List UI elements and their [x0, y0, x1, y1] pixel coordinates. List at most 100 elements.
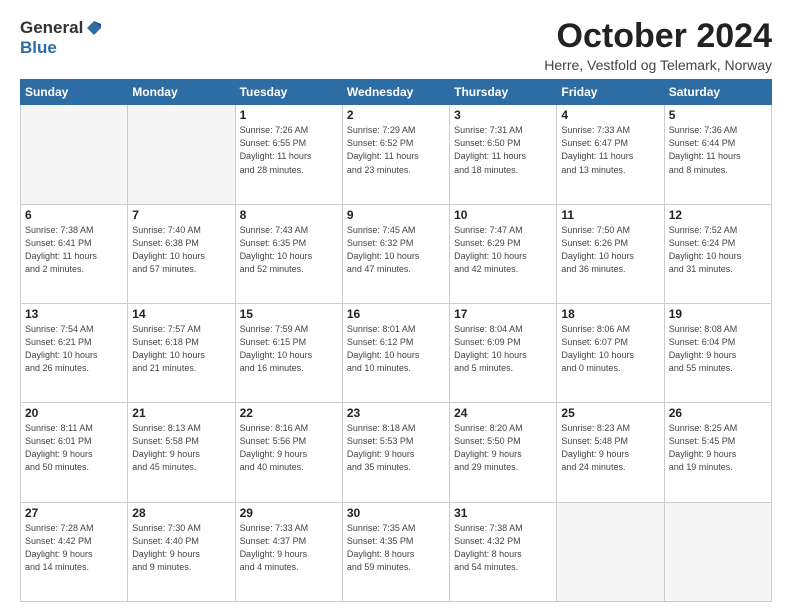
logo-blue-text: Blue	[20, 38, 57, 58]
day-info: Sunrise: 7:47 AM Sunset: 6:29 PM Dayligh…	[454, 224, 552, 276]
day-cell: 23 Sunrise: 8:18 AM Sunset: 5:53 PM Dayli…	[342, 403, 449, 502]
col-saturday: Saturday	[664, 80, 771, 105]
day-cell: 11Sunrise: 7:50 AM Sunset: 6:26 PM Dayli…	[557, 204, 664, 303]
day-number: 31	[454, 506, 552, 520]
day-number: 21	[132, 406, 230, 420]
day-cell: 24 Sunrise: 8:20 AM Sunset: 5:50 PM Dayli…	[450, 403, 557, 502]
col-tuesday: Tuesday	[235, 80, 342, 105]
day-cell: 1 Sunrise: 7:26 AM Sunset: 6:55 PM Daylig…	[235, 105, 342, 204]
day-info: Sunrise: 7:29 AM Sunset: 6:52 PM Dayligh…	[347, 124, 445, 176]
day-cell: 4Sunrise: 7:33 AM Sunset: 6:47 PM Daylig…	[557, 105, 664, 204]
day-number: 23	[347, 406, 445, 420]
col-sunday: Sunday	[21, 80, 128, 105]
logo-general-text: General	[20, 18, 83, 38]
day-cell: 19Sunrise: 8:08 AM Sunset: 6:04 PM Dayli…	[664, 304, 771, 403]
day-info: Sunrise: 8:11 AM Sunset: 6:01 PM Dayligh…	[25, 422, 123, 474]
day-cell: 29 Sunrise: 7:33 AM Sunset: 4:37 PM Dayli…	[235, 502, 342, 601]
day-number: 4	[561, 108, 659, 122]
day-number: 3	[454, 108, 552, 122]
day-info: Sunrise: 7:57 AM Sunset: 6:18 PM Dayligh…	[132, 323, 230, 375]
col-monday: Monday	[128, 80, 235, 105]
day-info: Sunrise: 7:33 AM Sunset: 4:37 PM Dayligh…	[240, 522, 338, 574]
col-thursday: Thursday	[450, 80, 557, 105]
day-cell: 14 Sunrise: 7:57 AM Sunset: 6:18 PM Dayli…	[128, 304, 235, 403]
day-info: Sunrise: 8:18 AM Sunset: 5:53 PM Dayligh…	[347, 422, 445, 474]
day-number: 1	[240, 108, 338, 122]
day-cell: 15Sunrise: 7:59 AM Sunset: 6:15 PM Dayli…	[235, 304, 342, 403]
header: General Blue October 2024 Herre, Vestfol…	[20, 18, 772, 73]
week-row-1: 1 Sunrise: 7:26 AM Sunset: 6:55 PM Daylig…	[21, 105, 772, 204]
day-cell: 9 Sunrise: 7:45 AM Sunset: 6:32 PM Daylig…	[342, 204, 449, 303]
day-cell	[557, 502, 664, 601]
day-number: 7	[132, 208, 230, 222]
day-info: Sunrise: 8:16 AM Sunset: 5:56 PM Dayligh…	[240, 422, 338, 474]
day-info: Sunrise: 8:06 AM Sunset: 6:07 PM Dayligh…	[561, 323, 659, 375]
day-cell: 18 Sunrise: 8:06 AM Sunset: 6:07 PM Dayli…	[557, 304, 664, 403]
day-info: Sunrise: 8:20 AM Sunset: 5:50 PM Dayligh…	[454, 422, 552, 474]
week-row-3: 13 Sunrise: 7:54 AM Sunset: 6:21 PM Dayli…	[21, 304, 772, 403]
day-number: 29	[240, 506, 338, 520]
day-cell: 20 Sunrise: 8:11 AM Sunset: 6:01 PM Dayli…	[21, 403, 128, 502]
day-cell: 28 Sunrise: 7:30 AM Sunset: 4:40 PM Dayli…	[128, 502, 235, 601]
day-number: 6	[25, 208, 123, 222]
day-cell: 17Sunrise: 8:04 AM Sunset: 6:09 PM Dayli…	[450, 304, 557, 403]
week-row-4: 20 Sunrise: 8:11 AM Sunset: 6:01 PM Dayli…	[21, 403, 772, 502]
day-info: Sunrise: 7:40 AM Sunset: 6:38 PM Dayligh…	[132, 224, 230, 276]
day-info: Sunrise: 7:36 AM Sunset: 6:44 PM Dayligh…	[669, 124, 767, 176]
day-number: 2	[347, 108, 445, 122]
day-number: 24	[454, 406, 552, 420]
day-info: Sunrise: 7:54 AM Sunset: 6:21 PM Dayligh…	[25, 323, 123, 375]
day-info: Sunrise: 8:25 AM Sunset: 5:45 PM Dayligh…	[669, 422, 767, 474]
day-number: 8	[240, 208, 338, 222]
day-number: 27	[25, 506, 123, 520]
day-cell: 22Sunrise: 8:16 AM Sunset: 5:56 PM Dayli…	[235, 403, 342, 502]
day-number: 12	[669, 208, 767, 222]
calendar-header-row: Sunday Monday Tuesday Wednesday Thursday…	[21, 80, 772, 105]
month-title: October 2024	[544, 18, 772, 55]
day-cell: 13 Sunrise: 7:54 AM Sunset: 6:21 PM Dayli…	[21, 304, 128, 403]
day-number: 30	[347, 506, 445, 520]
day-number: 16	[347, 307, 445, 321]
day-info: Sunrise: 8:04 AM Sunset: 6:09 PM Dayligh…	[454, 323, 552, 375]
day-info: Sunrise: 8:01 AM Sunset: 6:12 PM Dayligh…	[347, 323, 445, 375]
day-cell	[21, 105, 128, 204]
logo: General Blue	[20, 18, 103, 58]
day-info: Sunrise: 8:13 AM Sunset: 5:58 PM Dayligh…	[132, 422, 230, 474]
day-number: 9	[347, 208, 445, 222]
day-cell: 5 Sunrise: 7:36 AM Sunset: 6:44 PM Daylig…	[664, 105, 771, 204]
day-info: Sunrise: 8:08 AM Sunset: 6:04 PM Dayligh…	[669, 323, 767, 375]
day-number: 25	[561, 406, 659, 420]
day-cell	[128, 105, 235, 204]
day-number: 18	[561, 307, 659, 321]
day-info: Sunrise: 7:26 AM Sunset: 6:55 PM Dayligh…	[240, 124, 338, 176]
day-info: Sunrise: 7:31 AM Sunset: 6:50 PM Dayligh…	[454, 124, 552, 176]
day-cell: 10Sunrise: 7:47 AM Sunset: 6:29 PM Dayli…	[450, 204, 557, 303]
day-info: Sunrise: 7:38 AM Sunset: 4:32 PM Dayligh…	[454, 522, 552, 574]
day-cell: 26 Sunrise: 8:25 AM Sunset: 5:45 PM Dayli…	[664, 403, 771, 502]
day-info: Sunrise: 7:45 AM Sunset: 6:32 PM Dayligh…	[347, 224, 445, 276]
day-number: 20	[25, 406, 123, 420]
day-cell: 3 Sunrise: 7:31 AM Sunset: 6:50 PM Daylig…	[450, 105, 557, 204]
day-cell: 30 Sunrise: 7:35 AM Sunset: 4:35 PM Dayli…	[342, 502, 449, 601]
day-cell: 8Sunrise: 7:43 AM Sunset: 6:35 PM Daylig…	[235, 204, 342, 303]
week-row-5: 27 Sunrise: 7:28 AM Sunset: 4:42 PM Dayli…	[21, 502, 772, 601]
day-number: 26	[669, 406, 767, 420]
day-cell: 16 Sunrise: 8:01 AM Sunset: 6:12 PM Dayli…	[342, 304, 449, 403]
day-number: 11	[561, 208, 659, 222]
day-number: 5	[669, 108, 767, 122]
day-number: 28	[132, 506, 230, 520]
day-cell: 21 Sunrise: 8:13 AM Sunset: 5:58 PM Dayli…	[128, 403, 235, 502]
day-info: Sunrise: 7:35 AM Sunset: 4:35 PM Dayligh…	[347, 522, 445, 574]
day-info: Sunrise: 7:28 AM Sunset: 4:42 PM Dayligh…	[25, 522, 123, 574]
logo-icon	[85, 19, 103, 37]
title-block: October 2024 Herre, Vestfold og Telemark…	[544, 18, 772, 73]
calendar-table: Sunday Monday Tuesday Wednesday Thursday…	[20, 79, 772, 602]
week-row-2: 6Sunrise: 7:38 AM Sunset: 6:41 PM Daylig…	[21, 204, 772, 303]
col-friday: Friday	[557, 80, 664, 105]
day-info: Sunrise: 7:30 AM Sunset: 4:40 PM Dayligh…	[132, 522, 230, 574]
day-cell: 31 Sunrise: 7:38 AM Sunset: 4:32 PM Dayli…	[450, 502, 557, 601]
day-info: Sunrise: 7:52 AM Sunset: 6:24 PM Dayligh…	[669, 224, 767, 276]
day-number: 13	[25, 307, 123, 321]
day-number: 14	[132, 307, 230, 321]
col-wednesday: Wednesday	[342, 80, 449, 105]
